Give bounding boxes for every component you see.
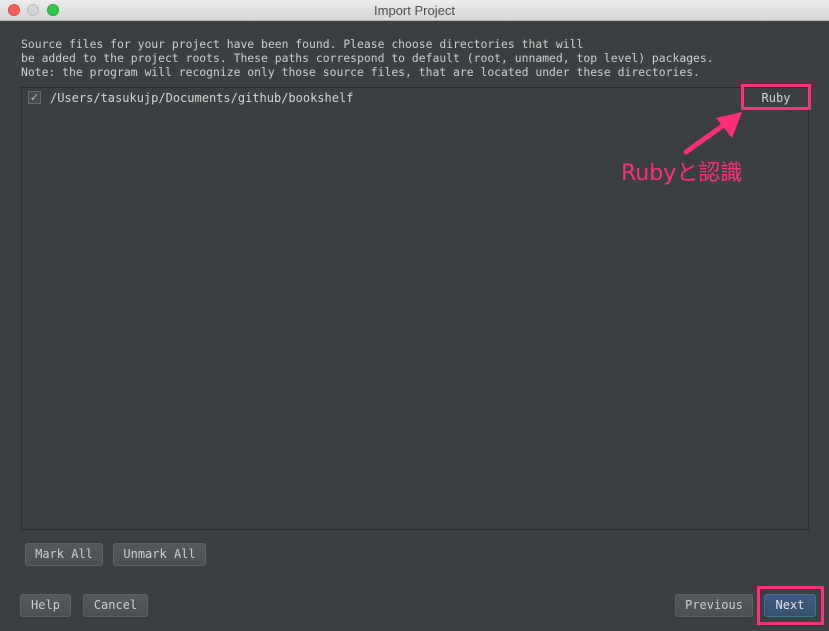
- instructions-line-3: Note: the program will recognize only th…: [21, 65, 700, 79]
- unmark-all-button[interactable]: Unmark All: [113, 543, 206, 566]
- checkmark-icon[interactable]: ✓: [28, 91, 41, 104]
- mark-all-button[interactable]: Mark All: [25, 543, 103, 566]
- annotation-text: Rubyと認識: [621, 161, 743, 186]
- root-path: /Users/tasukujp/Documents/github/bookshe…: [50, 91, 354, 105]
- next-highlight-box: [757, 586, 824, 625]
- instructions-text: Source files for your project have been …: [21, 37, 821, 79]
- instructions-line-1: Source files for your project have been …: [21, 37, 584, 51]
- previous-button[interactable]: Previous: [675, 594, 753, 617]
- instructions-line-2: be added to the project roots. These pat…: [21, 51, 714, 65]
- window-title: Import Project: [374, 3, 455, 18]
- ruby-highlight-box: [741, 84, 811, 110]
- list-item[interactable]: ✓ /Users/tasukujp/Documents/github/books…: [22, 88, 808, 108]
- title-bar: Import Project: [0, 0, 829, 21]
- cancel-button[interactable]: Cancel: [83, 594, 148, 617]
- arrow-up-right-icon: [683, 112, 742, 155]
- help-button[interactable]: Help: [20, 594, 71, 617]
